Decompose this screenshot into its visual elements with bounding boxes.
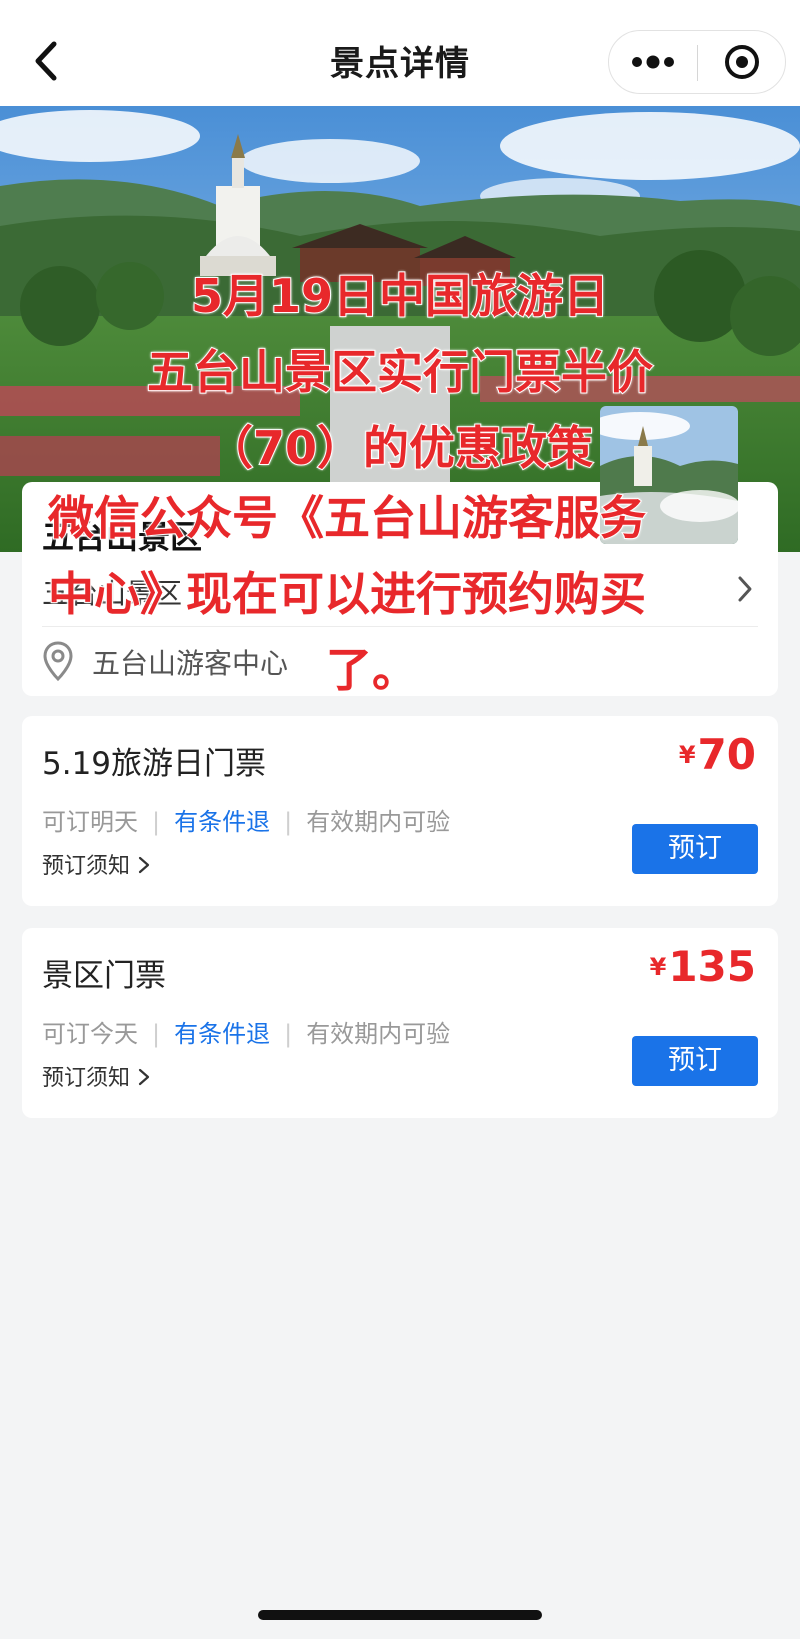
tag-availability: 可订今天 bbox=[42, 1020, 138, 1048]
tag-separator: | bbox=[284, 1020, 293, 1048]
caption-line: 五台山景区实行门票半价 bbox=[146, 344, 654, 400]
home-indicator[interactable] bbox=[258, 1610, 542, 1620]
price-value: 135 bbox=[668, 942, 756, 991]
ticket-price: ¥135 bbox=[650, 942, 756, 991]
promo-caption-bottom: 微信公众号《五台山游客服务 中心》现在可以进行预约购买 了。 bbox=[47, 480, 788, 708]
tag-validity: 有效期内可验 bbox=[306, 808, 451, 836]
ticket-price: ¥70 bbox=[679, 730, 756, 779]
target-close-icon bbox=[725, 45, 759, 79]
more-dots-icon bbox=[632, 55, 674, 69]
caption-line: （70）的优惠政策 bbox=[206, 420, 594, 476]
caption-line: 了。 bbox=[325, 642, 419, 698]
booking-notice-label: 预订须知 bbox=[42, 854, 131, 879]
price-value: 70 bbox=[697, 730, 756, 779]
close-mini-program-button[interactable] bbox=[698, 31, 786, 93]
booking-notice-link[interactable]: 预订须知 bbox=[42, 848, 150, 880]
ticket-name: 5.19旅游日门票 bbox=[42, 746, 267, 782]
currency-symbol: ¥ bbox=[649, 953, 667, 981]
book-button[interactable]: 预订 bbox=[632, 824, 758, 874]
tag-separator: | bbox=[152, 1020, 161, 1048]
tag-separator: | bbox=[284, 808, 293, 836]
nav-bar: 景点详情 bbox=[0, 0, 800, 106]
booking-notice-label: 预订须知 bbox=[42, 1066, 131, 1091]
promo-caption-top: 5月19日中国旅游日 五台山景区实行门票半价 （70）的优惠政策 bbox=[0, 258, 800, 486]
page: 景点详情 五台山景区 五台山景区 五台山游客中心 5月19日中国旅游日 五台山景… bbox=[0, 0, 800, 1639]
tag-validity: 有效期内可验 bbox=[306, 1020, 451, 1048]
more-button[interactable] bbox=[609, 31, 697, 93]
chevron-right-icon bbox=[138, 856, 150, 874]
book-button[interactable]: 预订 bbox=[632, 1036, 758, 1086]
ticket-card: 5.19旅游日门票 ¥70 可订明天 | 有条件退 | 有效期内可验 预订须知 预订 bbox=[22, 716, 778, 906]
currency-symbol: ¥ bbox=[678, 741, 696, 769]
ticket-name: 景区门票 bbox=[42, 958, 166, 994]
chevron-right-icon bbox=[138, 1068, 150, 1086]
tag-refund-link[interactable]: 有条件退 bbox=[174, 1020, 270, 1048]
caption-line: 中心》现在可以进行预约购买 bbox=[47, 566, 647, 622]
mini-program-capsule bbox=[608, 30, 786, 94]
tag-separator: | bbox=[152, 808, 161, 836]
caption-line: 5月19日中国旅游日 bbox=[190, 268, 610, 324]
tag-availability: 可订明天 bbox=[42, 808, 138, 836]
ticket-card: 景区门票 ¥135 可订今天 | 有条件退 | 有效期内可验 预订须知 预订 bbox=[22, 928, 778, 1118]
tag-refund-link[interactable]: 有条件退 bbox=[174, 808, 270, 836]
caption-line: 微信公众号《五台山游客服务 bbox=[47, 490, 647, 546]
ticket-tags: 可订明天 | 有条件退 | 有效期内可验 bbox=[42, 802, 450, 837]
booking-notice-link[interactable]: 预订须知 bbox=[42, 1060, 150, 1092]
ticket-tags: 可订今天 | 有条件退 | 有效期内可验 bbox=[42, 1014, 450, 1049]
